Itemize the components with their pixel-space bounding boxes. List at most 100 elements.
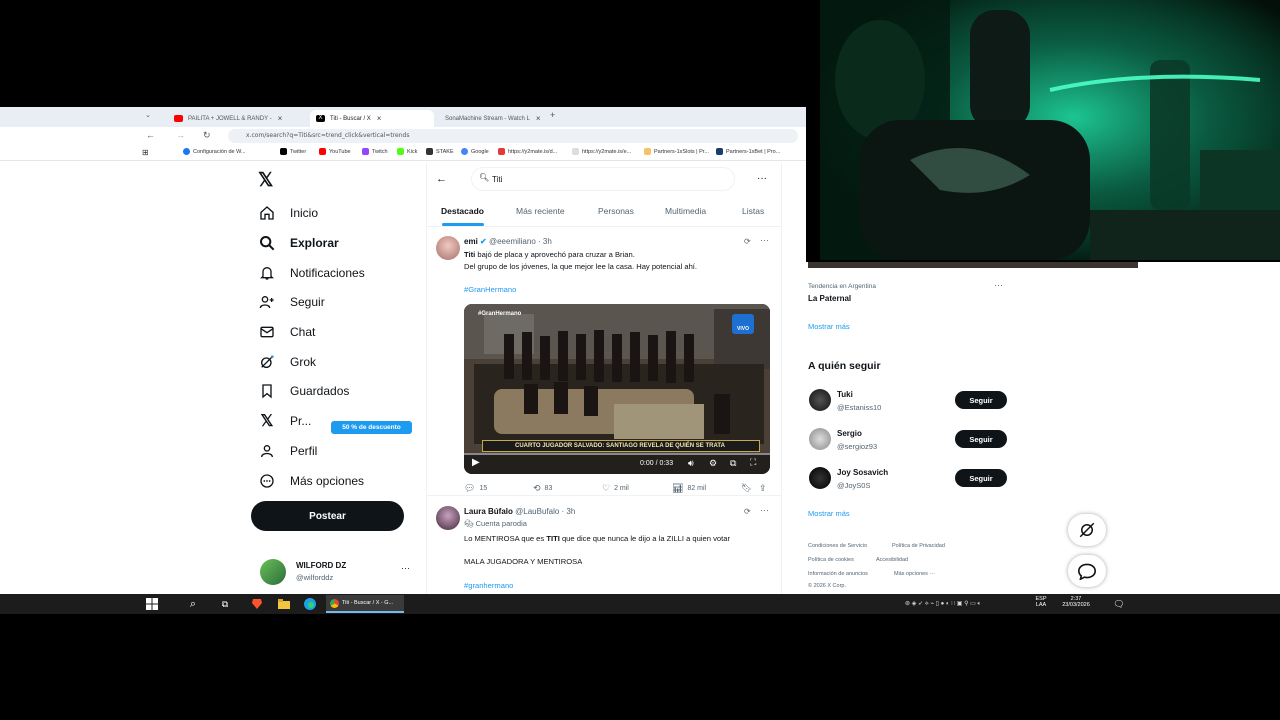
notifications-icon[interactable]: 🗨︎ bbox=[1112, 597, 1126, 611]
tray-mic-icon[interactable]: ● bbox=[941, 601, 945, 607]
trend-name[interactable]: La Paternal bbox=[808, 294, 851, 303]
file-explorer-icon[interactable] bbox=[277, 597, 291, 611]
bookmark-item[interactable]: Kick bbox=[397, 148, 417, 155]
views-button[interactable]: 📊︎ 82 mil bbox=[672, 483, 706, 494]
tweet-more-icon[interactable]: ··· bbox=[760, 235, 769, 245]
video-player[interactable]: #GranHermano VIVO CUARTO JUGADOR SALVADO… bbox=[464, 304, 770, 474]
back-icon[interactable]: ← bbox=[146, 130, 155, 140]
trend-more-icon[interactable]: ··· bbox=[994, 280, 1003, 290]
back-arrow-icon[interactable]: ← bbox=[436, 173, 447, 185]
sidebar-item-seguir[interactable]: Seguir bbox=[258, 290, 325, 314]
footer-link-more[interactable]: Más opciones ··· bbox=[894, 571, 935, 577]
tab-kick[interactable]: SonaMachine Stream - Watch L × bbox=[434, 110, 546, 127]
avatar[interactable] bbox=[809, 389, 831, 411]
grok-floating-button[interactable] bbox=[1068, 514, 1106, 546]
premium-discount-badge[interactable]: 50 % de descuento bbox=[331, 421, 412, 434]
show-more-follow-link[interactable]: Mostrar más bbox=[808, 509, 850, 518]
like-button[interactable]: ♡ 2 mil bbox=[602, 483, 629, 494]
tray-device-icon[interactable]: ▯ bbox=[936, 601, 939, 607]
chrome-taskbar-item[interactable]: Titi - Buscar / X - G... bbox=[326, 595, 404, 613]
bookmark-item[interactable]: Partners-1xSlots | Pr... bbox=[644, 148, 709, 155]
footer-link-accessibility[interactable]: Accesibilidad bbox=[876, 557, 908, 563]
sidebar-item-perfil[interactable]: Perfil bbox=[258, 439, 317, 463]
footer-link-privacy[interactable]: Política de Privacidad bbox=[892, 543, 945, 549]
language-indicator[interactable]: ESP LAA bbox=[1032, 596, 1050, 608]
tray-record-icon[interactable]: ⊚ bbox=[905, 601, 910, 607]
apps-grid-icon[interactable]: ⊞ bbox=[142, 148, 149, 157]
account-switcher[interactable]: WILFORD DZ @wilforddz ··· bbox=[258, 553, 418, 587]
search-options-icon[interactable]: ··· bbox=[757, 173, 767, 184]
sidebar-item-guardados[interactable]: Guardados bbox=[258, 379, 349, 403]
avatar[interactable] bbox=[436, 236, 460, 260]
avatar[interactable] bbox=[809, 428, 831, 450]
close-tab-icon[interactable]: × bbox=[536, 114, 541, 123]
edge-icon[interactable] bbox=[303, 597, 317, 611]
suggested-user-name[interactable]: Joy Sosavich bbox=[837, 468, 888, 477]
repost-button[interactable]: ⟲ 83 bbox=[533, 483, 552, 494]
grok-explain-icon[interactable]: ⟳ bbox=[744, 507, 751, 516]
picture-in-picture-icon[interactable]: ⧉ bbox=[730, 458, 736, 469]
forward-icon[interactable]: → bbox=[176, 130, 185, 140]
tray-steam-icon[interactable]: ◐ bbox=[946, 601, 950, 607]
account-more-icon[interactable]: ··· bbox=[401, 563, 410, 573]
tab-x-search[interactable]: X Titi - Buscar / X × bbox=[310, 110, 434, 127]
tab-destacado[interactable]: Destacado bbox=[441, 206, 484, 216]
tweet-author[interactable]: emi ✔ @eeemiliano · 3h bbox=[464, 237, 552, 246]
suggested-user-name[interactable]: Sergio bbox=[837, 429, 862, 438]
bookmark-item[interactable]: Configuración de W... bbox=[183, 148, 246, 155]
bookmark-item[interactable]: Google bbox=[461, 148, 489, 155]
tray-network-icon[interactable]: ⚲ bbox=[964, 601, 968, 607]
tray-usb-icon[interactable]: ⌁ bbox=[930, 601, 934, 607]
sidebar-item-mas-opciones[interactable]: Más opciones bbox=[258, 469, 364, 493]
post-button[interactable]: Postear bbox=[251, 501, 404, 531]
tweet[interactable]: Laura Búfalo @LauBufalo · 3h ⟳ ··· 🎭︎ Cu… bbox=[427, 503, 781, 594]
avatar[interactable] bbox=[809, 467, 831, 489]
play-icon[interactable]: ▶ bbox=[472, 457, 480, 468]
follow-button[interactable]: Seguir bbox=[955, 469, 1007, 487]
follow-button[interactable]: Seguir bbox=[955, 430, 1007, 448]
close-tab-icon[interactable]: × bbox=[377, 114, 382, 123]
tray-volume-icon[interactable]: 🔈︎ bbox=[977, 601, 981, 607]
reply-button[interactable]: 💬︎ 15 bbox=[464, 483, 487, 494]
volume-icon[interactable]: 🔊︎ bbox=[688, 458, 694, 469]
bookmark-item[interactable]: Partners-1xBet | Pro... bbox=[716, 148, 780, 155]
tray-dots-icon[interactable]: ∷ bbox=[951, 601, 955, 607]
suggested-user-name[interactable]: Tuki bbox=[837, 390, 853, 399]
tab-multimedia[interactable]: Multimedia bbox=[665, 206, 706, 216]
bookmark-item[interactable]: https://y2mate.is/d... bbox=[498, 148, 557, 155]
tab-mas-reciente[interactable]: Más reciente bbox=[516, 206, 565, 216]
settings-gear-icon[interactable]: ⚙ bbox=[709, 458, 717, 469]
messages-floating-button[interactable] bbox=[1068, 555, 1106, 587]
share-button[interactable]: ⇪ bbox=[759, 483, 771, 494]
tray-monitor-icon[interactable]: ▭ bbox=[970, 601, 976, 607]
tray-app-icon[interactable]: ⟡ bbox=[925, 601, 929, 607]
sidebar-item-chat[interactable]: Chat bbox=[258, 320, 315, 344]
hashtag-link[interactable]: #granhermano bbox=[464, 581, 513, 590]
footer-link-terms[interactable]: Condiciones de Servicio bbox=[808, 543, 867, 549]
url-field[interactable]: x.com/search?q=Titi&src=trend_click&vert… bbox=[228, 129, 798, 143]
grok-explain-icon[interactable]: ⟳ bbox=[744, 237, 751, 246]
sidebar-item-notificaciones[interactable]: Notificaciones bbox=[258, 261, 365, 285]
tab-listas[interactable]: Listas bbox=[742, 206, 764, 216]
bookmark-item[interactable]: Twitter bbox=[280, 148, 306, 155]
bookmark-button[interactable]: 🔖︎ bbox=[741, 483, 756, 494]
close-tab-icon[interactable]: × bbox=[278, 114, 283, 123]
follow-button[interactable]: Seguir bbox=[955, 391, 1007, 409]
task-view-icon[interactable]: ⧉ bbox=[218, 597, 232, 611]
sidebar-item-premium[interactable]: 𝕏 Pr... bbox=[258, 409, 312, 433]
search-icon[interactable]: ⌕ bbox=[186, 597, 200, 611]
bookmark-item[interactable]: YouTube bbox=[319, 148, 351, 155]
show-more-trends-link[interactable]: Mostrar más bbox=[808, 322, 850, 331]
bookmark-item[interactable]: Twitch bbox=[362, 148, 388, 155]
tweet[interactable]: emi ✔ @eeemiliano · 3h ⟳ ··· Titi bajó d… bbox=[427, 233, 781, 494]
tweet-author[interactable]: Laura Búfalo @LauBufalo · 3h bbox=[464, 507, 575, 516]
sidebar-item-inicio[interactable]: Inicio bbox=[258, 201, 318, 225]
x-logo[interactable]: 𝕏 bbox=[258, 168, 273, 192]
hashtag-link[interactable]: #GranHermano bbox=[464, 285, 516, 294]
footer-link-ads-info[interactable]: Información de anuncios bbox=[808, 571, 868, 577]
sidebar-item-grok[interactable]: Grok bbox=[258, 350, 316, 374]
reload-icon[interactable]: ↻ bbox=[203, 130, 211, 141]
search-input[interactable]: 🔍︎ Titi bbox=[471, 167, 735, 191]
bookmark-item[interactable]: STAKE bbox=[426, 148, 454, 155]
new-tab-icon[interactable]: + bbox=[550, 110, 555, 120]
